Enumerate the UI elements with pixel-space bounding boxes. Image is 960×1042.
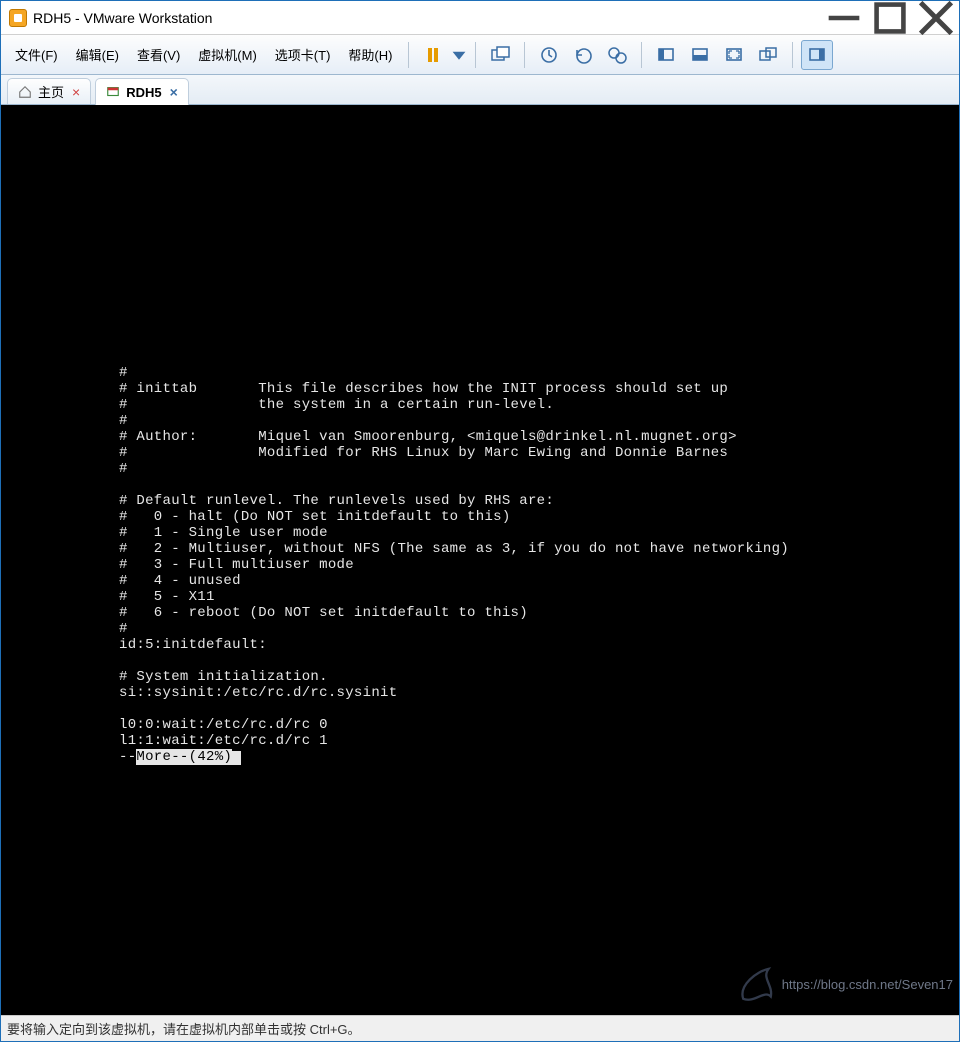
tab-vm-close-icon[interactable]: ×: [170, 84, 178, 100]
window-title: RDH5 - VMware Workstation: [33, 10, 821, 26]
snapshot-button[interactable]: [533, 40, 565, 70]
toolbar-separator: [524, 42, 525, 68]
toolbar-separator: [475, 42, 476, 68]
menu-help[interactable]: 帮助(H): [340, 41, 400, 68]
vm-console[interactable]: # # inittab This file describes how the …: [1, 105, 959, 1015]
menubar: 文件(F) 编辑(E) 查看(V) 虚拟机(M) 选项卡(T) 帮助(H): [1, 35, 959, 75]
menu-tabs[interactable]: 选项卡(T): [267, 41, 339, 68]
view-thumbnail-button[interactable]: [684, 40, 716, 70]
pause-button[interactable]: [417, 40, 449, 70]
tab-home[interactable]: 主页 ×: [7, 78, 91, 104]
tab-home-label: 主页: [38, 82, 64, 101]
tab-home-close-icon[interactable]: ×: [72, 84, 80, 100]
menu-file[interactable]: 文件(F): [7, 41, 66, 68]
close-button[interactable]: [913, 1, 959, 34]
home-icon: [18, 85, 32, 99]
watermark: https://blog.csdn.net/Seven17: [734, 962, 953, 1008]
fullscreen-button[interactable]: [718, 40, 750, 70]
vm-icon: [106, 85, 120, 99]
library-button[interactable]: [801, 40, 833, 70]
toolbar-separator: [641, 42, 642, 68]
revert-snapshot-button[interactable]: [567, 40, 599, 70]
maximize-button[interactable]: [867, 1, 913, 34]
tabbar: 主页 × RDH5 ×: [1, 75, 959, 105]
app-icon: [9, 9, 27, 27]
toolbar-separator: [408, 42, 409, 68]
send-ctrl-alt-del-button[interactable]: [484, 40, 516, 70]
snapshot-manager-button[interactable]: [601, 40, 633, 70]
menu-edit[interactable]: 编辑(E): [68, 41, 127, 68]
toolbar-separator: [792, 42, 793, 68]
statusbar: 要将输入定向到该虚拟机，请在虚拟机内部单击或按 Ctrl+G。: [1, 1015, 959, 1041]
tab-vm[interactable]: RDH5 ×: [95, 78, 189, 105]
titlebar: RDH5 - VMware Workstation: [1, 1, 959, 35]
menu-vm[interactable]: 虚拟机(M): [190, 41, 265, 68]
window-controls: [821, 1, 959, 34]
view-console-button[interactable]: [650, 40, 682, 70]
watermark-text: https://blog.csdn.net/Seven17: [782, 977, 953, 993]
menu-view[interactable]: 查看(V): [129, 41, 188, 68]
minimize-button[interactable]: [821, 1, 867, 34]
tab-vm-label: RDH5: [126, 85, 161, 100]
unity-button[interactable]: [752, 40, 784, 70]
terminal-output: # # inittab This file describes how the …: [1, 105, 959, 765]
power-dropdown[interactable]: [451, 40, 467, 70]
status-text: 要将输入定向到该虚拟机，请在虚拟机内部单击或按 Ctrl+G。: [7, 1019, 361, 1038]
